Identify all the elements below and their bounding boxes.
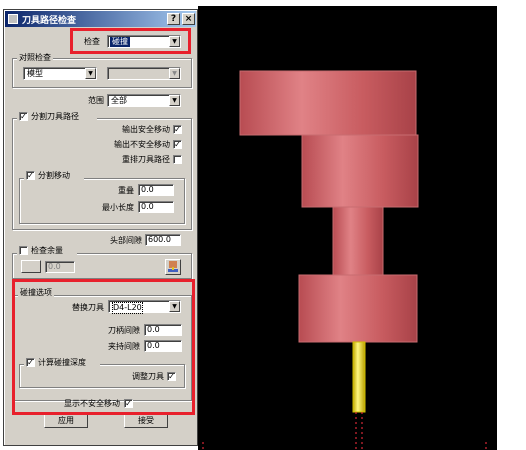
output-safe-label: 输出安全移动 <box>122 125 170 134</box>
overlap-label: 重叠 <box>118 186 134 195</box>
overlap-input[interactable]: 0.0 <box>138 184 174 196</box>
viewport-3d[interactable] <box>198 6 497 450</box>
split-toolpath-label: 分割刀具路径 <box>31 112 79 121</box>
min-length-label: 最小长度 <box>102 203 134 212</box>
check-stock-checkbox[interactable] <box>19 246 28 255</box>
holder-flange-top <box>239 70 417 136</box>
scope-select[interactable]: 全部 ▼ <box>107 94 181 107</box>
chevron-down-icon[interactable]: ▼ <box>169 95 180 106</box>
check-stock-legend: 检查余量 <box>17 245 77 257</box>
app-icon <box>8 14 18 24</box>
holder-collet <box>298 274 418 343</box>
close-button[interactable]: × <box>182 13 195 25</box>
stock-settings-icon[interactable] <box>165 259 181 275</box>
split-moves-checkbox[interactable]: ✓ <box>26 171 35 180</box>
dialog-title: 刀具路径检查 <box>22 16 77 26</box>
help-button[interactable]: ? <box>167 13 180 25</box>
reference-group-label: 对照检查 <box>17 53 53 63</box>
stock-picker-button <box>21 260 41 273</box>
cutting-tool <box>352 341 366 413</box>
scope-value: 全部 <box>111 96 127 105</box>
output-unsafe-label: 输出不安全移动 <box>114 140 170 149</box>
head-clearance-label: 头部间隙 <box>110 236 142 245</box>
stock-input: 0.0 <box>45 261 75 273</box>
highlight-box-collision <box>12 279 195 415</box>
split-moves-label: 分割移动 <box>38 171 70 180</box>
reference-secondary-select: ▼ <box>107 67 181 80</box>
reference-value: 模型 <box>27 69 43 78</box>
scope-label: 范围 <box>88 96 104 105</box>
reorder-label: 重排刀具路径 <box>122 155 170 164</box>
dialog-titlebar[interactable]: 刀具路径检查 ? × <box>5 11 196 27</box>
holder-neck <box>332 206 384 276</box>
tool-assembly-graphic <box>202 70 487 450</box>
holder-body <box>301 134 419 208</box>
split-toolpath-checkbox[interactable]: ✓ <box>19 112 28 121</box>
min-length-input[interactable]: 0.0 <box>138 201 174 213</box>
head-clearance-input[interactable]: 600.0 <box>145 234 181 246</box>
highlight-box-check <box>70 28 191 54</box>
reorder-checkbox[interactable] <box>173 155 182 164</box>
right-margin <box>497 0 526 450</box>
output-unsafe-checkbox[interactable]: ✓ <box>173 140 182 149</box>
reference-select[interactable]: 模型 ▼ <box>23 67 97 80</box>
accept-button[interactable]: 接受 <box>124 414 168 428</box>
apply-button[interactable]: 应用 <box>44 414 88 428</box>
chevron-down-icon: ▼ <box>169 68 180 79</box>
split-moves-legend: ✓ 分割移动 <box>24 170 84 182</box>
chevron-down-icon[interactable]: ▼ <box>85 68 96 79</box>
check-stock-label: 检查余量 <box>31 246 63 255</box>
output-safe-checkbox[interactable]: ✓ <box>173 125 182 134</box>
split-toolpath-legend: ✓ 分割刀具路径 <box>17 111 97 123</box>
